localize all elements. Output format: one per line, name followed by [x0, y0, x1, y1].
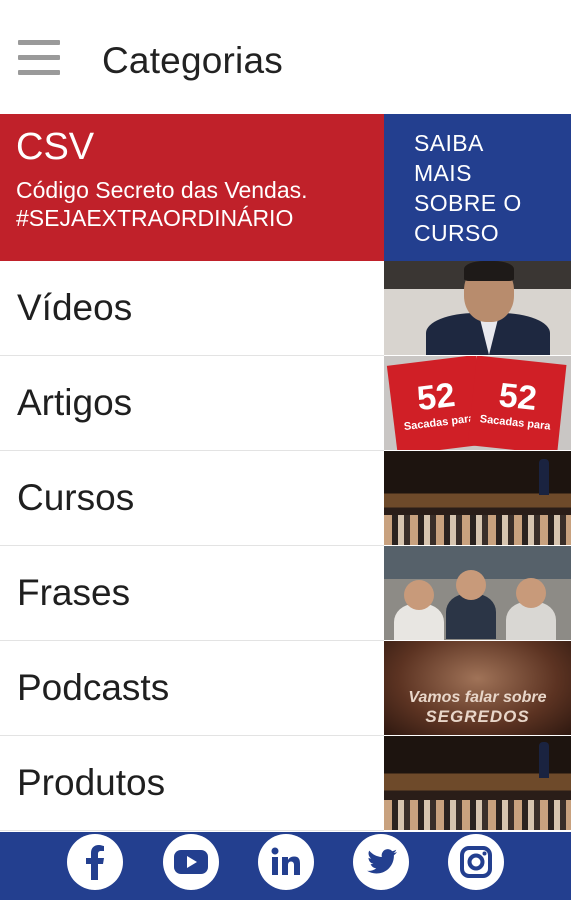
csv-banner[interactable]: CSV Código Secreto das Vendas. #SEJAEXTR…	[0, 114, 384, 261]
category-label: Vídeos	[17, 287, 133, 328]
podcast-text-line1: Vamos falar sobre	[408, 689, 547, 706]
thumbnail-produtos[interactable]	[384, 736, 571, 831]
category-item-cursos[interactable]: Cursos	[0, 451, 384, 546]
banner-title: CSV	[16, 126, 95, 168]
learn-more-line1: SAIBA	[414, 130, 484, 156]
thumbnail-cursos[interactable]	[384, 451, 571, 546]
linkedin-icon[interactable]	[258, 834, 314, 890]
youtube-icon[interactable]	[163, 834, 219, 890]
podcast-text-line2: SEGREDOS	[425, 707, 530, 726]
category-item-podcasts[interactable]: Podcasts	[0, 641, 384, 736]
learn-more-line3: SOBRE O	[414, 190, 522, 216]
app-bar: Categorias	[0, 0, 571, 114]
category-list: Vídeos Artigos Cursos Frases Podcasts Pr…	[0, 261, 384, 831]
social-bar	[0, 832, 571, 900]
banner-subtitle: Código Secreto das Vendas. #SEJAEXTRAORD…	[16, 176, 368, 232]
learn-more-label: SAIBA MAIS SOBRE O CURSO	[414, 128, 557, 248]
category-label: Podcasts	[17, 667, 170, 708]
page-title: Categorias	[102, 40, 283, 81]
hamburger-menu-icon[interactable]	[18, 40, 60, 78]
banner-subtitle-line2: #SEJAEXTRAORDINÁRIO	[16, 205, 294, 231]
category-item-frases[interactable]: Frases	[0, 546, 384, 641]
category-label: Cursos	[17, 477, 135, 518]
category-item-artigos[interactable]: Artigos	[0, 356, 384, 451]
category-label: Artigos	[17, 382, 133, 423]
instagram-icon[interactable]	[448, 834, 504, 890]
category-item-produtos[interactable]: Produtos	[0, 736, 384, 831]
banner-subtitle-line1: Código Secreto das Vendas.	[16, 177, 308, 203]
learn-more-line2: MAIS	[414, 160, 472, 186]
learn-more-line4: CURSO	[414, 220, 500, 246]
category-thumbnails: 52 Sacadas para 52 Sacadas para Vamos fa…	[384, 261, 571, 831]
facebook-icon[interactable]	[67, 834, 123, 890]
thumbnail-videos[interactable]	[384, 261, 571, 356]
category-label: Frases	[17, 572, 131, 613]
thumbnail-podcasts[interactable]: Vamos falar sobre SEGREDOS	[384, 641, 571, 736]
book-cover: 52 Sacadas para	[467, 356, 567, 450]
twitter-icon[interactable]	[353, 834, 409, 890]
thumbnail-frases[interactable]	[384, 546, 571, 641]
learn-more-button[interactable]: SAIBA MAIS SOBRE O CURSO	[384, 114, 571, 261]
category-item-videos[interactable]: Vídeos	[0, 261, 384, 356]
category-label: Produtos	[17, 762, 166, 803]
thumbnail-artigos[interactable]: 52 Sacadas para 52 Sacadas para	[384, 356, 571, 451]
